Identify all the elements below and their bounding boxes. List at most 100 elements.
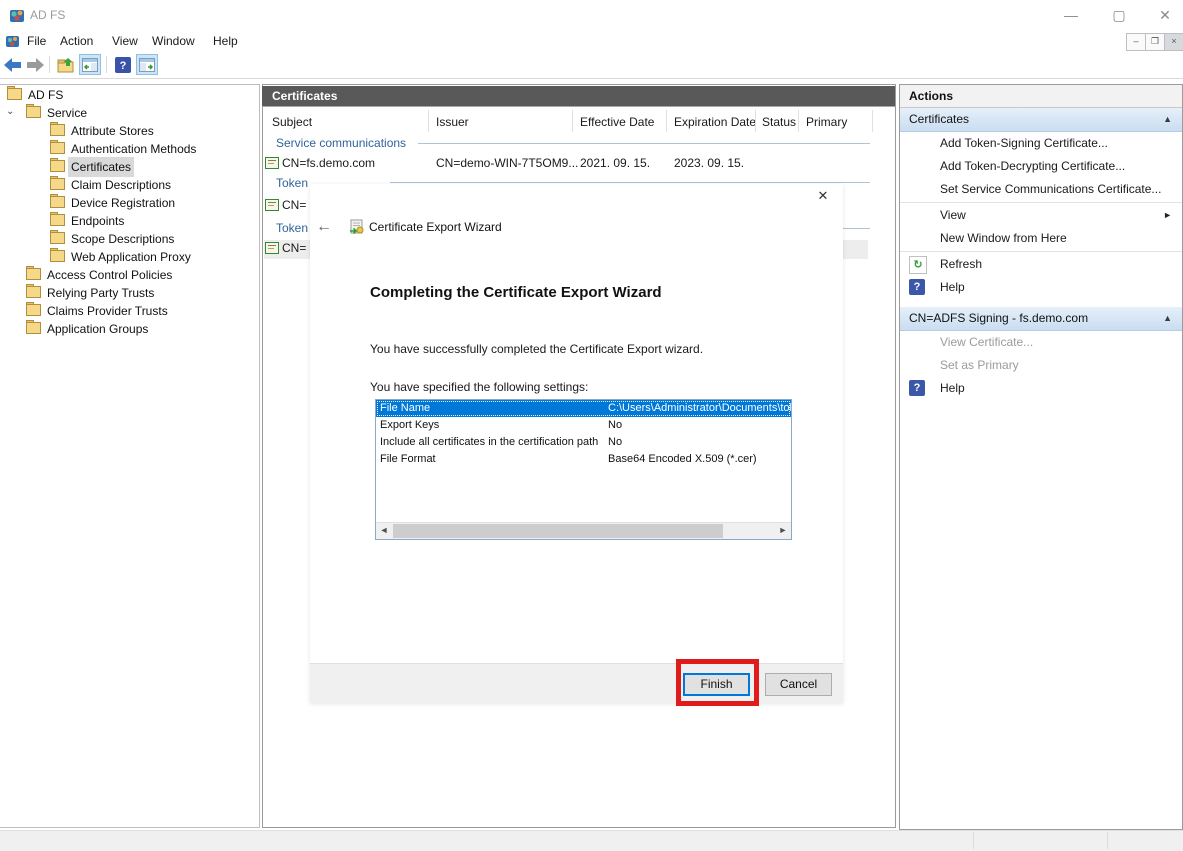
close-button[interactable]: ✕ xyxy=(1150,6,1180,24)
settings-row-include-certificates[interactable]: Include all certificates in the certific… xyxy=(376,434,791,451)
settings-row-file-format[interactable]: File Format Base64 Encoded X.509 (*.cer) xyxy=(376,451,791,468)
action-help[interactable]: ? Help xyxy=(900,276,1182,299)
tree-item-label: Claim Descriptions xyxy=(68,175,174,195)
tree-item-label-selected: Certificates xyxy=(68,157,134,177)
submenu-arrow-icon: ► xyxy=(1163,204,1172,227)
action-refresh[interactable]: ↻ Refresh xyxy=(900,253,1182,276)
tree-item-claims-provider-trusts[interactable]: Claims Provider Trusts xyxy=(0,301,258,319)
action-set-service-communications-certificate[interactable]: Set Service Communications Certificate..… xyxy=(900,178,1182,201)
column-divider[interactable] xyxy=(755,110,756,132)
collapse-caret-icon[interactable]: ▲ xyxy=(1163,307,1172,330)
dialog-close-icon[interactable]: ✕ xyxy=(813,186,833,206)
dialog-footer xyxy=(310,663,843,703)
action-pane-toggle-button[interactable] xyxy=(136,54,158,75)
console-tree-toggle-button[interactable] xyxy=(79,54,101,75)
tree-item-scope-descriptions[interactable]: Scope Descriptions xyxy=(0,229,258,247)
tree-item-application-groups[interactable]: Application Groups xyxy=(0,319,258,337)
cert-subject[interactable]: CN=fs.demo.com xyxy=(282,156,375,170)
column-divider[interactable] xyxy=(798,110,799,132)
tree-item-label: Service xyxy=(44,103,90,123)
tree-item-certificates[interactable]: Certificates xyxy=(0,157,258,175)
scrollbar-thumb[interactable] xyxy=(393,524,723,538)
tree-item-label: Access Control Policies xyxy=(44,265,175,285)
action-view[interactable]: View ► xyxy=(900,204,1182,227)
horizontal-scrollbar[interactable]: ◄ ► xyxy=(376,522,791,539)
menu-file[interactable]: File xyxy=(25,33,48,50)
wizard-page-title: Completing the Certificate Export Wizard xyxy=(370,284,662,301)
action-label: Help xyxy=(940,381,965,395)
cert-subject-partial[interactable]: CN= xyxy=(282,241,306,255)
action-set-as-primary[interactable]: Set as Primary xyxy=(900,354,1182,377)
collapse-caret-icon[interactable]: ▲ xyxy=(1163,108,1172,131)
action-label: View Certificate... xyxy=(940,335,1033,349)
tree-item-endpoints[interactable]: Endpoints xyxy=(0,211,258,229)
certificates-pane-title: Certificates xyxy=(262,86,895,107)
menu-action[interactable]: Action xyxy=(58,33,95,50)
settings-row-export-keys[interactable]: Export Keys No xyxy=(376,417,791,434)
tree-item-label: Device Registration xyxy=(68,193,178,213)
scroll-left-icon[interactable]: ◄ xyxy=(376,523,392,539)
action-add-token-decrypting-certificate[interactable]: Add Token-Decrypting Certificate... xyxy=(900,155,1182,178)
cert-effective-date: 2021. 09. 15. xyxy=(580,156,650,170)
actions-section-adfs-signing[interactable]: CN=ADFS Signing - fs.demo.com ▲ xyxy=(900,307,1182,331)
export-list-button[interactable] xyxy=(55,54,77,75)
scroll-right-icon[interactable]: ► xyxy=(775,523,791,539)
column-divider[interactable] xyxy=(872,110,873,132)
tree-item-service[interactable]: ⌄ Service xyxy=(0,103,258,121)
cancel-button[interactable]: Cancel xyxy=(765,673,832,696)
column-divider[interactable] xyxy=(428,110,429,132)
maximize-button[interactable]: ▢ xyxy=(1104,6,1134,24)
group-line xyxy=(390,182,870,183)
group-token-decrypting: Token xyxy=(276,176,308,190)
tree-item-authentication-methods[interactable]: Authentication Methods xyxy=(0,139,258,157)
action-new-window-from-here[interactable]: New Window from Here xyxy=(900,227,1182,250)
finish-button[interactable]: Finish xyxy=(683,673,750,696)
column-header-status[interactable]: Status xyxy=(762,110,796,134)
tree-item-attribute-stores[interactable]: Attribute Stores xyxy=(0,121,258,139)
tree-item-device-registration[interactable]: Device Registration xyxy=(0,193,258,211)
column-header-expiration-date[interactable]: Expiration Date xyxy=(674,110,756,134)
export-folder-icon xyxy=(57,57,75,73)
dialog-header-title: Certificate Export Wizard xyxy=(369,220,502,234)
action-help-2[interactable]: ? Help xyxy=(900,377,1182,400)
section-header-label: CN=ADFS Signing - fs.demo.com xyxy=(909,311,1088,325)
back-button[interactable] xyxy=(2,54,24,75)
tree-item-web-application-proxy[interactable]: Web Application Proxy xyxy=(0,247,258,265)
tree-item-relying-party-trusts[interactable]: Relying Party Trusts xyxy=(0,283,258,301)
section-header-label: Certificates xyxy=(909,112,969,126)
menu-help[interactable]: Help xyxy=(211,33,240,50)
menu-window[interactable]: Window xyxy=(150,33,197,50)
help-button[interactable]: ? xyxy=(112,54,134,75)
mdi-close-button[interactable]: × xyxy=(1164,33,1183,51)
back-arrow-icon[interactable]: ← xyxy=(316,218,332,236)
cert-subject-partial[interactable]: CN= xyxy=(282,198,306,212)
minimize-button[interactable]: — xyxy=(1056,6,1086,24)
column-header-effective-date[interactable]: Effective Date xyxy=(580,110,654,134)
dialog-header: ← Certificate Export Wizard xyxy=(310,216,843,240)
cert-expiration-date: 2023. 09. 15. xyxy=(674,156,744,170)
forward-button[interactable] xyxy=(24,54,46,75)
action-view-certificate[interactable]: View Certificate... xyxy=(900,331,1182,354)
tree-item-claim-descriptions[interactable]: Claim Descriptions xyxy=(0,175,258,193)
wizard-settings-list[interactable]: File Name C:\Users\Administrator\Documen… xyxy=(375,399,792,540)
tree-item-access-control-policies[interactable]: Access Control Policies xyxy=(0,265,258,283)
chevron-down-icon[interactable]: ⌄ xyxy=(6,103,14,121)
mdi-restore-button[interactable]: ❐ xyxy=(1145,33,1165,51)
setting-value: No xyxy=(608,417,622,434)
actions-section-certificates[interactable]: Certificates ▲ xyxy=(900,108,1182,132)
actions-pane-title: Actions xyxy=(900,85,1182,108)
certificate-export-wizard-dialog: ✕ ← Certificate Export Wizard Completing… xyxy=(310,184,843,703)
mdi-minimize-button[interactable]: – xyxy=(1126,33,1146,51)
action-add-token-signing-certificate[interactable]: Add Token-Signing Certificate... xyxy=(900,132,1182,155)
column-header-primary[interactable]: Primary xyxy=(806,110,847,134)
column-divider[interactable] xyxy=(666,110,667,132)
wizard-icon xyxy=(348,219,365,236)
tree-item-adfs-root[interactable]: AD FS xyxy=(0,85,258,103)
tree-item-label: Authentication Methods xyxy=(68,139,199,159)
settings-row-file-name[interactable]: File Name C:\Users\Administrator\Documen… xyxy=(376,400,791,417)
menu-view[interactable]: View xyxy=(110,33,140,50)
column-header-issuer[interactable]: Issuer xyxy=(436,110,469,134)
column-divider[interactable] xyxy=(572,110,573,132)
column-header-subject[interactable]: Subject xyxy=(272,110,312,134)
actions-pane: Actions Certificates ▲ Add Token-Signing… xyxy=(899,84,1183,830)
